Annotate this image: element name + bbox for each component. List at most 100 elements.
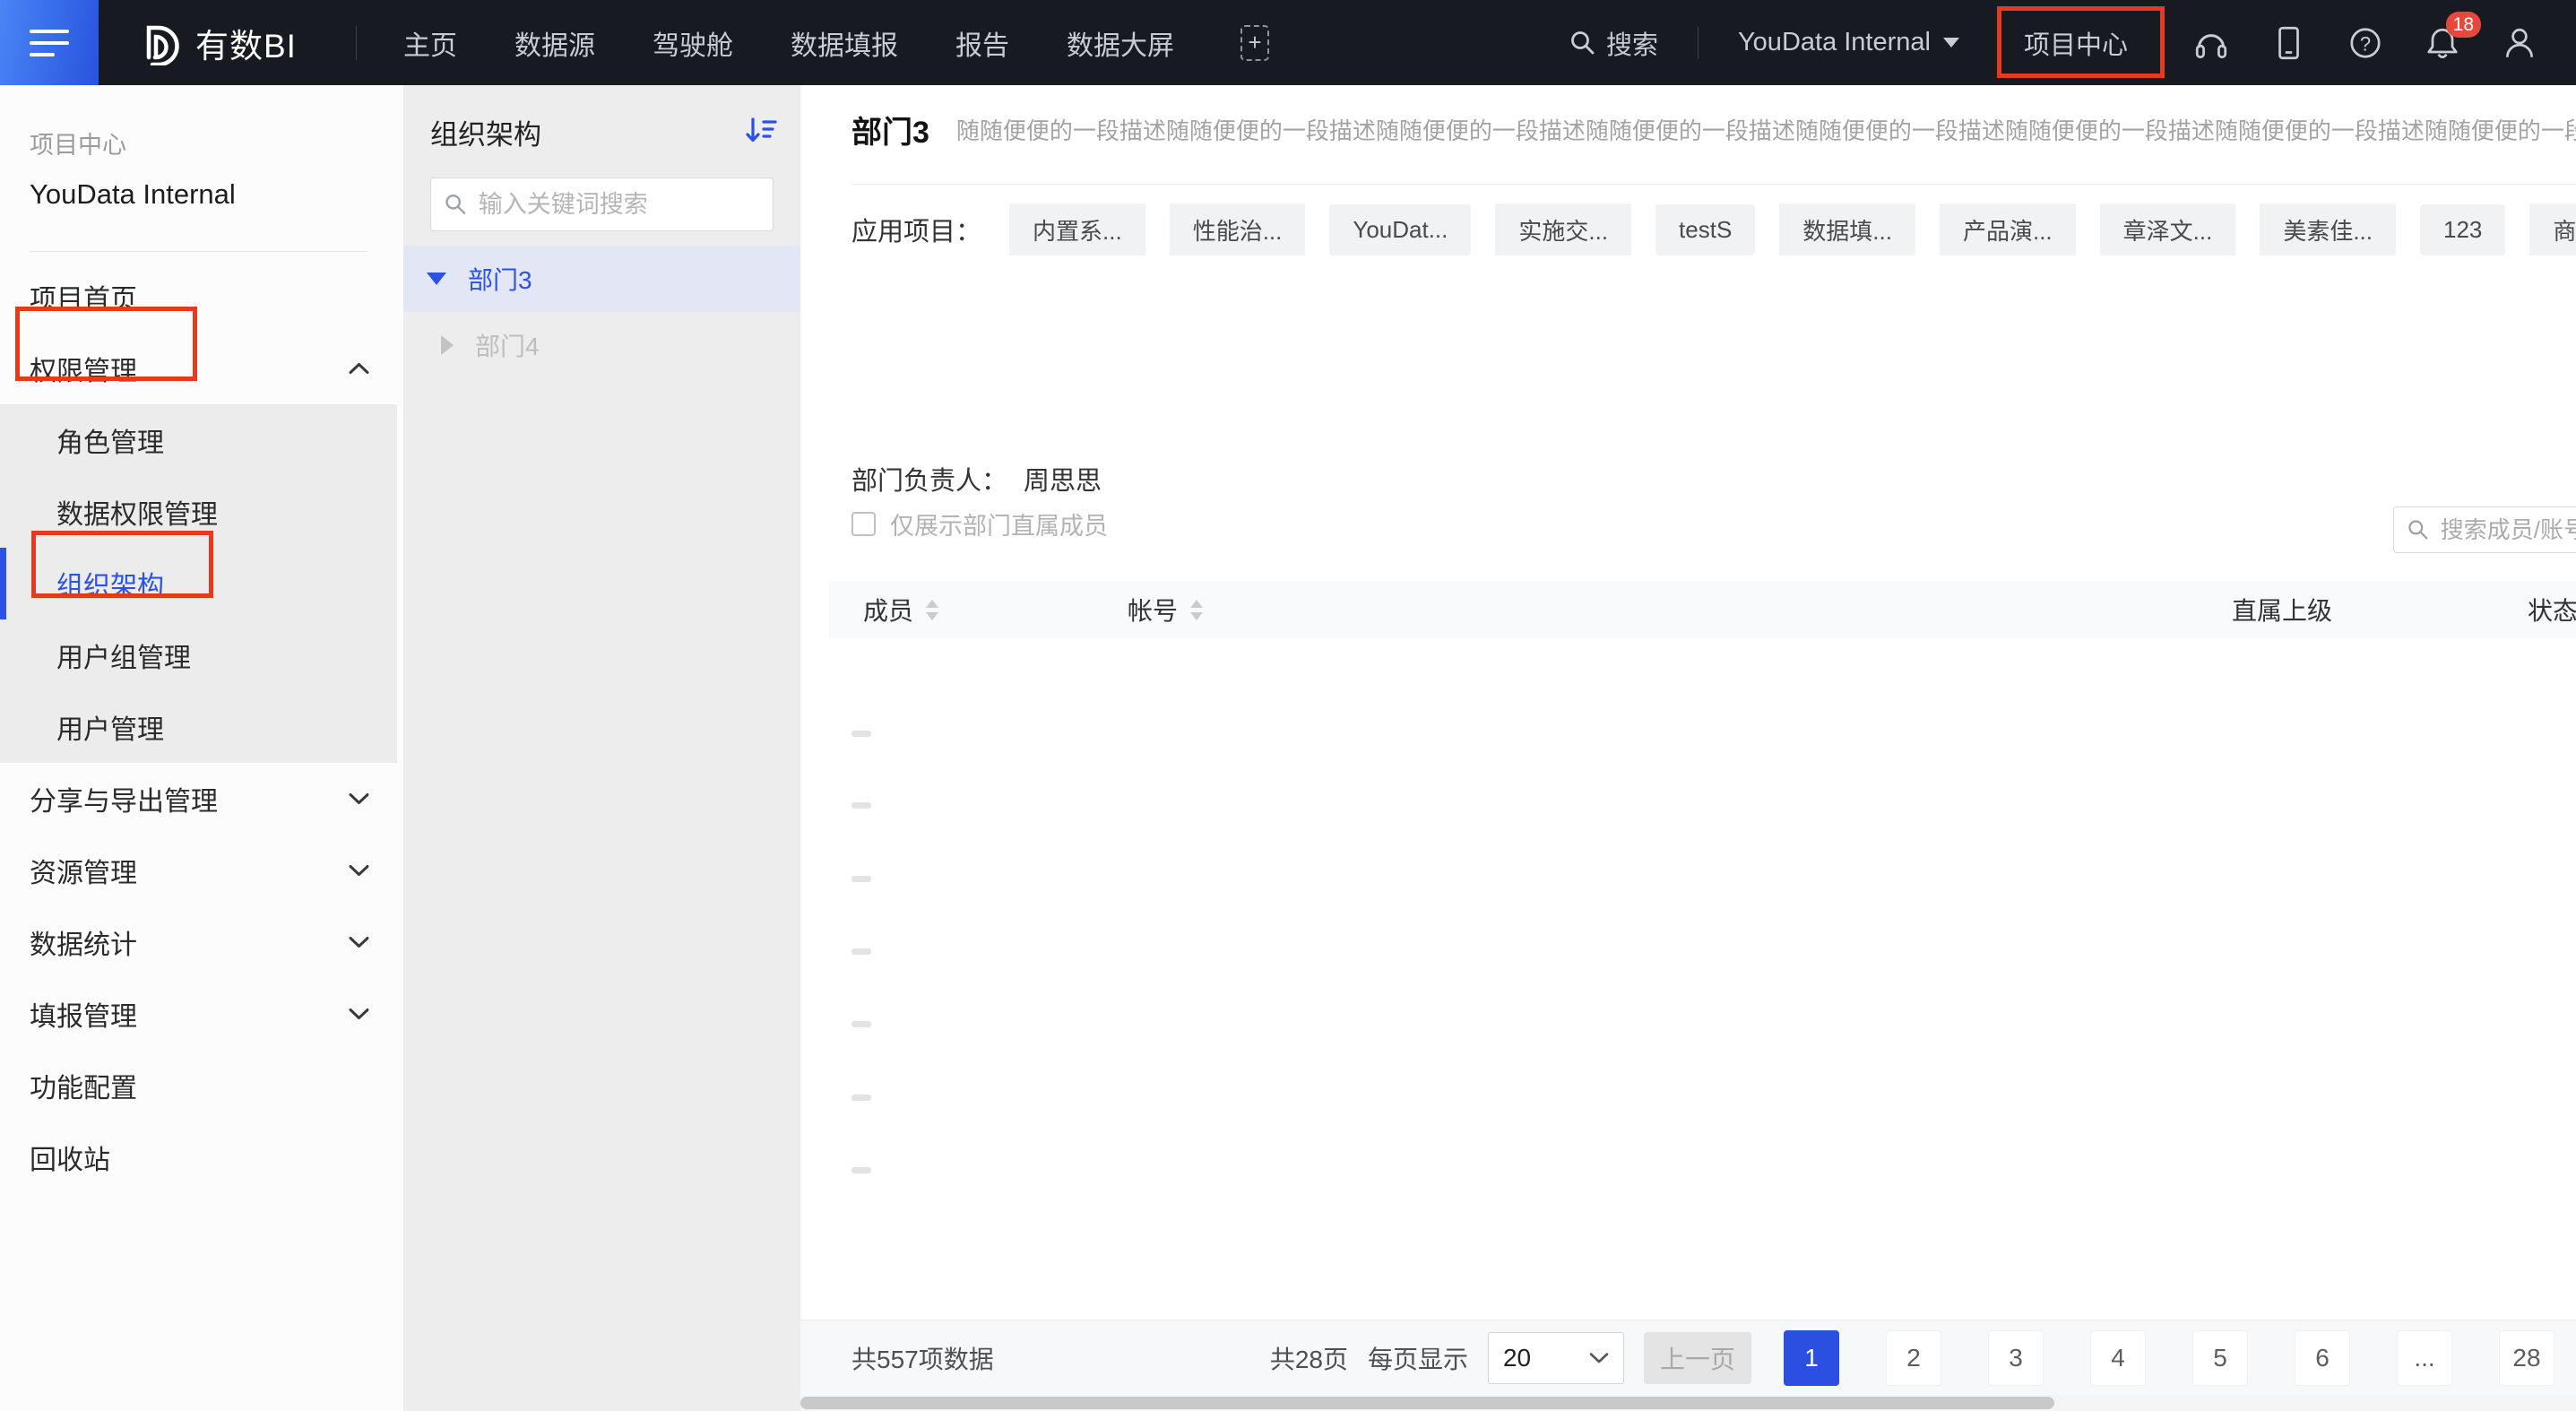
sidebar-item-label: 回收站 bbox=[30, 1138, 110, 1177]
sidebar-item-label: 用户组管理 bbox=[56, 636, 191, 675]
sidebar-item-label: 分享与导出管理 bbox=[30, 779, 218, 818]
project-tag[interactable]: 美素佳... bbox=[2260, 203, 2396, 255]
horizontal-scrollbar-thumb[interactable] bbox=[800, 1397, 2054, 1409]
support-button[interactable] bbox=[2192, 24, 2230, 62]
sidebar-item-project-home[interactable]: 项目首页 bbox=[0, 261, 403, 333]
sidebar-item-label: 数据权限管理 bbox=[56, 492, 218, 532]
row-placeholder bbox=[851, 731, 871, 737]
chevron-down-icon bbox=[1943, 38, 1959, 48]
help-button[interactable]: ? bbox=[2347, 24, 2384, 62]
header-divider bbox=[851, 184, 2576, 185]
row-placeholder bbox=[851, 948, 871, 955]
column-label: 成员 bbox=[863, 592, 913, 628]
mobile-app-button[interactable] bbox=[2269, 24, 2307, 62]
sidebar-item-form-management[interactable]: 填报管理 bbox=[0, 978, 403, 1050]
sidebar-item-data-permission[interactable]: 数据权限管理 bbox=[0, 476, 397, 548]
account-button[interactable] bbox=[2501, 24, 2538, 62]
project-tag[interactable]: 性能治... bbox=[1170, 203, 1306, 255]
chevron-down-icon bbox=[349, 1008, 369, 1020]
page-button-2[interactable]: 2 bbox=[1886, 1330, 1941, 1386]
nav-data-filling[interactable]: 数据填报 bbox=[791, 23, 898, 63]
page-button-28[interactable]: 28 bbox=[2499, 1330, 2554, 1386]
workspace-name: YouData Internal bbox=[1738, 28, 1931, 57]
sidebar-item-label: 功能配置 bbox=[30, 1066, 137, 1105]
app-logo[interactable]: 有数BI bbox=[136, 19, 297, 67]
nav-data-source[interactable]: 数据源 bbox=[514, 23, 595, 63]
sidebar-item-user-group-management[interactable]: 用户组管理 bbox=[0, 619, 397, 691]
row-placeholder bbox=[851, 1167, 871, 1173]
sidebar-item-label: 组织架构 bbox=[56, 564, 164, 603]
org-tree: 部门3 部门4 bbox=[403, 246, 800, 378]
column-label: 帐号 bbox=[1128, 592, 1178, 628]
direct-members-checkbox[interactable] bbox=[851, 512, 876, 536]
department-header: 部门3 随随便便的一段描述随随便便的一段描述随随便便的一段描述随随便便的一段描述… bbox=[851, 103, 2576, 155]
department-title: 部门3 bbox=[851, 108, 929, 151]
page-button-1[interactable]: 1 bbox=[1784, 1330, 1839, 1386]
top-navigation: 主页 数据源 驾驶舱 数据填报 报告 数据大屏 + bbox=[403, 23, 1269, 63]
add-module-button[interactable]: + bbox=[1240, 25, 1269, 61]
department-owner-row: 部门负责人： 周思思 bbox=[851, 460, 1102, 498]
org-tree-title: 组织架构 bbox=[430, 112, 541, 152]
sort-icon bbox=[745, 116, 777, 144]
sidebar-item-org-structure[interactable]: 组织架构 bbox=[0, 548, 397, 619]
sidebar-item-recycle-bin[interactable]: 回收站 bbox=[0, 1121, 403, 1193]
notifications-button[interactable]: 18 bbox=[2424, 24, 2461, 62]
tree-node-dept4[interactable]: 部门4 bbox=[403, 312, 800, 378]
caret-down-icon bbox=[427, 273, 446, 285]
column-label: 直属上级 bbox=[2232, 592, 2332, 628]
hamburger-menu-button[interactable] bbox=[0, 0, 99, 85]
column-member[interactable]: 成员 bbox=[863, 581, 938, 638]
column-supervisor: 直属上级 bbox=[2232, 581, 2332, 638]
org-tree-header: 组织架构 bbox=[403, 85, 800, 152]
page-button-4[interactable]: 4 bbox=[2090, 1330, 2146, 1386]
page-button-3[interactable]: 3 bbox=[1988, 1330, 2044, 1386]
sidebar-item-permission-management[interactable]: 权限管理 bbox=[0, 333, 403, 404]
project-tag[interactable]: testS bbox=[1655, 204, 1755, 255]
project-tag[interactable]: 123 bbox=[2420, 204, 2505, 255]
page-button-6[interactable]: 6 bbox=[2295, 1330, 2350, 1386]
page-button-ellipsis[interactable]: ... bbox=[2397, 1330, 2452, 1386]
prev-page-button[interactable]: 上一页 bbox=[1644, 1332, 1751, 1384]
row-placeholder bbox=[851, 802, 871, 809]
member-search-input[interactable] bbox=[2441, 516, 2576, 544]
org-tree-search-input[interactable] bbox=[479, 191, 760, 219]
nav-report[interactable]: 报告 bbox=[955, 23, 1009, 63]
sort-toggle-icon[interactable] bbox=[1190, 600, 1203, 620]
sort-toggle-icon[interactable] bbox=[926, 600, 938, 620]
project-tag[interactable]: 内置系... bbox=[1009, 203, 1145, 255]
sidebar-item-role-management[interactable]: 角色管理 bbox=[0, 404, 397, 476]
sidebar-item-data-statistics[interactable]: 数据统计 bbox=[0, 906, 403, 978]
project-tag[interactable]: 实施交... bbox=[1495, 203, 1631, 255]
project-tag[interactable]: YouDat... bbox=[1329, 204, 1471, 255]
direct-members-filter[interactable]: 仅展示部门直属成员 bbox=[851, 506, 1108, 541]
sidebar-item-user-management[interactable]: 用户管理 bbox=[0, 691, 397, 763]
nav-dashboard[interactable]: 驾驶舱 bbox=[653, 23, 733, 63]
page-count: 共28页 bbox=[1270, 1340, 1348, 1376]
sidebar-item-label: 角色管理 bbox=[56, 420, 164, 460]
sidebar-item-label: 资源管理 bbox=[30, 851, 137, 890]
help-icon: ? bbox=[2347, 24, 2384, 62]
sort-button[interactable] bbox=[745, 116, 777, 149]
pagination-controls: 共28页 每页显示 20 上一页 1 2 3 4 5 6 ... 28 bbox=[1270, 1330, 2554, 1386]
chevron-down-icon bbox=[349, 864, 369, 877]
project-tag[interactable]: 章泽文... bbox=[2100, 203, 2236, 255]
sidebar-item-share-export[interactable]: 分享与导出管理 bbox=[0, 763, 403, 835]
sidebar-item-label: 数据统计 bbox=[30, 922, 137, 962]
tree-node-label: 部门3 bbox=[468, 261, 532, 297]
workspace-dropdown[interactable]: YouData Internal bbox=[1738, 28, 1959, 57]
project-tag[interactable]: 产品演... bbox=[1940, 203, 2076, 255]
nav-data-screen[interactable]: 数据大屏 bbox=[1067, 23, 1174, 63]
page-button-5[interactable]: 5 bbox=[2192, 1330, 2248, 1386]
project-tag[interactable]: 数据填... bbox=[1779, 203, 1915, 255]
direct-members-label: 仅展示部门直属成员 bbox=[890, 506, 1108, 541]
project-center-button[interactable]: 项目中心 bbox=[1999, 24, 2153, 62]
project-tag[interactable]: 商业化... bbox=[2529, 203, 2576, 255]
tree-node-dept3[interactable]: 部门3 bbox=[403, 246, 800, 312]
column-account[interactable]: 帐号 bbox=[1128, 581, 1203, 638]
sidebar-item-feature-config[interactable]: 功能配置 bbox=[0, 1050, 403, 1121]
page-size-select[interactable]: 20 bbox=[1488, 1332, 1624, 1384]
sidebar-item-resource-management[interactable]: 资源管理 bbox=[0, 835, 403, 906]
page-number-buttons: 1 2 3 4 5 6 ... 28 bbox=[1784, 1330, 2554, 1386]
nav-home[interactable]: 主页 bbox=[403, 23, 457, 63]
global-search-button[interactable]: 搜索 bbox=[1569, 24, 1658, 62]
